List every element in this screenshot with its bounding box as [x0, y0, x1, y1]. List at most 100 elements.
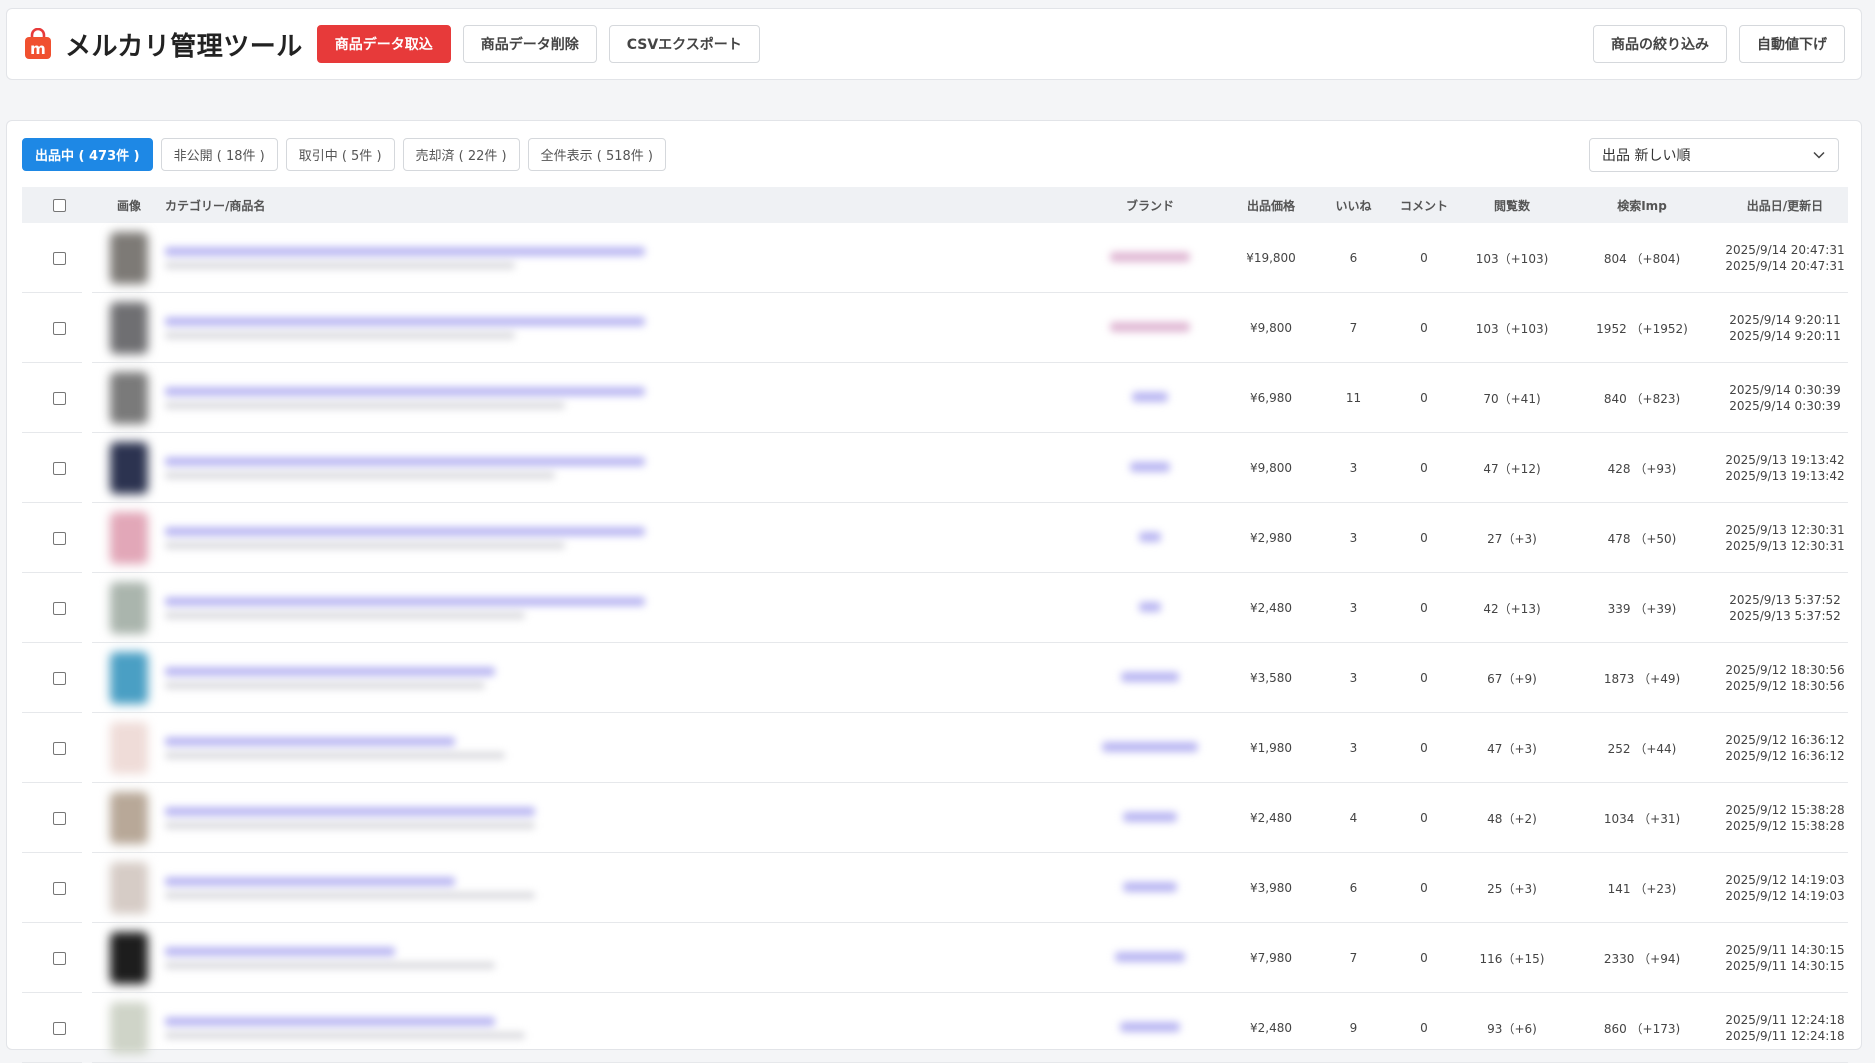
date-cell: 2025/9/13 12:30:31 2025/9/13 12:30:31 — [1722, 522, 1848, 554]
product-name-link[interactable] — [165, 737, 1079, 759]
likes-cell: 11 — [1345, 391, 1362, 405]
brand-link[interactable] — [1120, 1022, 1180, 1032]
product-name-link[interactable] — [165, 807, 1079, 829]
date-cell: 2025/9/12 18:30:56 2025/9/12 18:30:56 — [1722, 662, 1848, 694]
row-checkbox[interactable] — [53, 251, 66, 265]
updated-date: 2025/9/13 5:37:52 — [1729, 609, 1841, 623]
views-cell: 67（+9) — [1487, 671, 1537, 686]
brand-link[interactable] — [1130, 462, 1170, 472]
brand-link[interactable] — [1139, 602, 1161, 612]
product-thumbnail[interactable] — [110, 652, 148, 704]
updated-date: 2025/9/12 14:19:03 — [1725, 889, 1845, 903]
csv-export-button[interactable]: CSVエクスポート — [608, 25, 760, 63]
row-checkbox[interactable] — [53, 321, 66, 335]
filter-products-button[interactable]: 商品の絞り込み — [1593, 25, 1727, 63]
row-checkbox[interactable] — [53, 881, 66, 895]
chevron-down-icon — [1813, 151, 1825, 159]
brand-link[interactable] — [1139, 532, 1161, 542]
table-row: ¥1,980 3 0 47（+3) 252 （+44) 2025/9/12 16:36:1… — [22, 713, 1848, 783]
views-cell: 42（+13) — [1483, 601, 1541, 616]
comments-cell: 0 — [1420, 671, 1428, 685]
select-all-checkbox[interactable] — [53, 198, 66, 212]
likes-cell: 6 — [1349, 881, 1358, 895]
updated-date: 2025/9/14 9:20:11 — [1729, 329, 1841, 343]
tab-trading[interactable]: 取引中 ( 5件 ) — [285, 138, 395, 171]
product-name-link[interactable] — [165, 317, 1079, 339]
brand-link[interactable] — [1132, 392, 1168, 402]
col-brand-header: ブランド — [1125, 198, 1174, 213]
tab-sold[interactable]: 売却済 ( 22件 ) — [402, 138, 520, 171]
likes-cell: 6 — [1349, 251, 1358, 265]
product-thumbnail[interactable] — [110, 722, 148, 774]
product-thumbnail[interactable] — [110, 582, 148, 634]
product-thumbnail[interactable] — [110, 932, 148, 984]
product-thumbnail[interactable] — [110, 792, 148, 844]
brand-link[interactable] — [1102, 742, 1198, 752]
product-name-link[interactable] — [165, 597, 1079, 619]
product-thumbnail[interactable] — [110, 232, 148, 284]
views-cell: 93（+6) — [1487, 1021, 1537, 1036]
updated-date: 2025/9/13 12:30:31 — [1725, 539, 1845, 553]
delete-data-button[interactable]: 商品データ削除 — [462, 25, 597, 63]
brand-link[interactable] — [1121, 672, 1179, 682]
imp-cell: 1034 （+31) — [1603, 811, 1681, 826]
brand-link[interactable] — [1115, 952, 1185, 962]
tab-all[interactable]: 全件表示 ( 518件 ) — [527, 138, 666, 171]
product-name-link[interactable] — [165, 527, 1079, 549]
product-thumbnail[interactable] — [110, 862, 148, 914]
imp-cell: 840 （+823) — [1603, 391, 1681, 406]
brand-link[interactable] — [1110, 252, 1190, 262]
listed-date: 2025/9/11 12:24:18 — [1725, 1013, 1845, 1027]
row-checkbox[interactable] — [53, 671, 66, 685]
table-row: ¥9,800 7 0 103（+103) 1952 （+1952) 2025/9/14 9… — [22, 293, 1848, 363]
row-checkbox[interactable] — [53, 811, 66, 825]
price-cell: ¥2,980 — [1250, 531, 1292, 545]
brand-link[interactable] — [1123, 882, 1177, 892]
views-cell: 70（+41) — [1483, 391, 1541, 406]
row-checkbox[interactable] — [53, 461, 66, 475]
listed-date: 2025/9/12 14:19:03 — [1725, 873, 1845, 887]
date-cell: 2025/9/11 14:30:15 2025/9/11 14:30:15 — [1722, 942, 1848, 974]
product-thumbnail[interactable] — [110, 302, 148, 354]
tab-listed[interactable]: 出品中 ( 473件 ) — [22, 138, 153, 171]
date-cell: 2025/9/13 5:37:52 2025/9/13 5:37:52 — [1722, 592, 1848, 624]
brand-link[interactable] — [1123, 812, 1177, 822]
import-data-button[interactable]: 商品データ取込 — [316, 25, 451, 63]
row-checkbox[interactable] — [53, 951, 66, 965]
svg-text:m: m — [30, 40, 46, 58]
row-checkbox[interactable] — [53, 391, 66, 405]
product-name-link[interactable] — [165, 947, 1079, 969]
sort-select-value: 出品 新しい順 — [1602, 148, 1691, 164]
row-checkbox[interactable] — [53, 601, 66, 615]
product-name-link[interactable] — [165, 457, 1079, 479]
product-name-link[interactable] — [165, 1017, 1079, 1039]
date-cell: 2025/9/12 16:36:12 2025/9/12 16:36:12 — [1722, 732, 1848, 764]
product-thumbnail[interactable] — [110, 372, 148, 424]
updated-date: 2025/9/14 0:30:39 — [1729, 399, 1841, 413]
price-cell: ¥1,980 — [1250, 741, 1292, 755]
product-name-link[interactable] — [165, 667, 1079, 689]
auto-price-drop-button[interactable]: 自動値下げ — [1739, 25, 1845, 63]
brand-link[interactable] — [1110, 322, 1190, 332]
likes-cell: 7 — [1349, 951, 1358, 965]
listed-date: 2025/9/14 20:47:31 — [1725, 243, 1845, 257]
row-checkbox[interactable] — [53, 531, 66, 545]
listed-date: 2025/9/13 5:37:52 — [1729, 593, 1841, 607]
imp-cell: 804 （+804) — [1603, 251, 1681, 266]
sort-select[interactable]: 出品 新しい順 — [1589, 138, 1839, 172]
product-thumbnail[interactable] — [110, 512, 148, 564]
product-name-link[interactable] — [165, 247, 1079, 269]
updated-date: 2025/9/12 16:36:12 — [1725, 749, 1845, 763]
col-views-header: 閲覧数 — [1493, 198, 1530, 213]
price-cell: ¥9,800 — [1250, 461, 1292, 475]
col-likes-header: いいね — [1335, 198, 1372, 213]
product-thumbnail[interactable] — [110, 1002, 148, 1054]
product-name-link[interactable] — [165, 877, 1079, 899]
comments-cell: 0 — [1420, 321, 1428, 335]
product-thumbnail[interactable] — [110, 442, 148, 494]
price-cell: ¥6,980 — [1250, 391, 1292, 405]
product-name-link[interactable] — [165, 387, 1079, 409]
row-checkbox[interactable] — [53, 741, 66, 755]
table-row: ¥2,980 3 0 27（+3) 478 （+50) 2025/9/13 12:30:3… — [22, 503, 1848, 573]
tab-private[interactable]: 非公開 ( 18件 ) — [160, 138, 278, 171]
